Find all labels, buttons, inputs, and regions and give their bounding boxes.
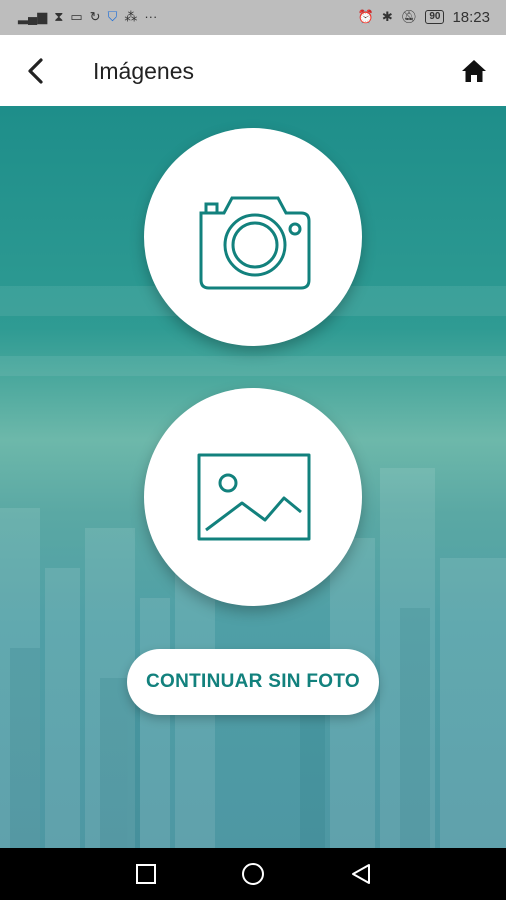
more-icon: ··· (144, 9, 158, 24)
main-content: CONTINUAR SIN FOTO (0, 106, 506, 848)
page-title: Imágenes (93, 58, 195, 84)
system-nav-bar (0, 848, 506, 900)
mute-icon: 🔕︎ (400, 9, 418, 24)
shield-icon: ⛉ (107, 9, 118, 24)
laptop-icon: ▭ (70, 9, 83, 24)
hourglass-icon: ⧗ (54, 9, 64, 24)
home-circle-icon[interactable] (241, 862, 265, 886)
sync-icon: ↻ (89, 9, 101, 24)
status-bar: ▂▄▆ ⧗ ▭ ↻ ⛉ ⁂ ··· ⏰ ✱ 🔕︎ 90 18:23 (0, 0, 506, 35)
image-icon (197, 453, 311, 541)
status-right-icons: ⏰ ✱ 🔕︎ 90 18:23 (358, 8, 490, 26)
app-bar: Imágenes (0, 35, 506, 106)
home-icon[interactable] (460, 57, 488, 85)
cluster-icon: ⁂ (124, 9, 138, 24)
camera-icon (199, 196, 311, 290)
battery-indicator: 90 (425, 10, 445, 24)
back-triangle-icon[interactable] (349, 862, 373, 886)
arrow-back-icon[interactable] (20, 55, 52, 87)
alarm-icon: ⏰ (357, 9, 374, 24)
status-left-icons: ▂▄▆ ⧗ ▭ ↻ ⛉ ⁂ ··· (18, 8, 157, 26)
take-photo-button[interactable] (144, 128, 362, 346)
sky-band (0, 356, 506, 376)
continue-without-photo-button[interactable]: CONTINUAR SIN FOTO (127, 649, 379, 715)
signal-icon: ▂▄▆ (18, 9, 48, 24)
choose-image-button[interactable] (144, 388, 362, 606)
recents-square-icon[interactable] (134, 862, 158, 886)
bluetooth-icon: ✱ (381, 9, 393, 24)
status-time: 18:23 (452, 8, 490, 26)
